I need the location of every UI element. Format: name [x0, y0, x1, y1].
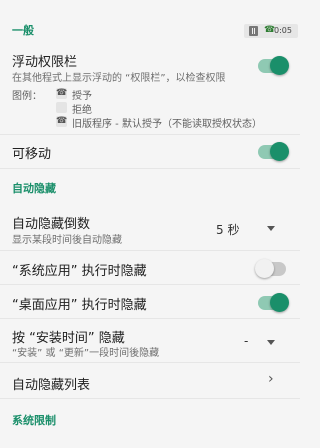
divider — [0, 250, 300, 251]
section-header-general: 一般 — [12, 24, 34, 37]
legend-item-granted: 授予 — [72, 91, 92, 102]
legend-item-legacy: 旧版程序 - 默认授予（不能读取授权状态） — [72, 119, 262, 130]
legend: 图例： 授予 拒绝 旧版程序 - 默认授予（不能读取授权状态） — [0, 84, 300, 130]
floating-bar-title: 浮动权限栏 — [12, 55, 78, 70]
chevron-right-icon[interactable]: › — [268, 371, 274, 387]
divider — [0, 134, 300, 135]
divider — [0, 318, 300, 319]
status-time: 0:05 — [274, 26, 292, 35]
section-header-auto-hide: 自动隐藏 — [12, 182, 56, 195]
auto-hide-countdown-title: 自动隐藏倒数 — [12, 217, 91, 232]
install-time-row[interactable]: 按 “安装时间” 隐藏 “安装” 或 “更新”一段时间後隐藏 - — [0, 322, 300, 359]
divider — [0, 362, 300, 363]
system-apps-row[interactable]: “系统应用” 执行时隐藏 — [0, 253, 300, 281]
movable-switch[interactable] — [258, 142, 289, 161]
status-pill: ☎ 0:05 — [244, 24, 298, 38]
floating-bar-row[interactable]: 浮动权限栏 在其他程式上显示浮动的 “权限栏”，以检查权限 — [0, 48, 300, 84]
divider — [0, 284, 300, 285]
auto-hide-countdown-subtitle: 显示某段时间後自动隐藏 — [12, 235, 122, 246]
phone-icon — [56, 88, 67, 99]
legend-item-denied: 拒绝 — [72, 105, 92, 116]
legend-label: 图例： — [12, 91, 42, 102]
dropdown-arrow-icon[interactable] — [267, 226, 275, 231]
system-apps-switch[interactable] — [255, 259, 286, 278]
movable-title: 可移动 — [12, 147, 52, 162]
square-icon — [249, 26, 258, 36]
system-apps-title: “系统应用” 执行时隐藏 — [12, 264, 147, 279]
auto-hide-countdown-value[interactable]: 5 秒 — [216, 221, 239, 238]
desktop-apps-switch[interactable] — [258, 293, 289, 312]
section-header-system-limits: 系统限制 — [12, 414, 56, 427]
auto-hide-list-row[interactable]: 自动隐藏列表 › — [0, 366, 300, 396]
floating-bar-subtitle: 在其他程式上显示浮动的 “权限栏”，以检查权限 — [12, 73, 226, 84]
desktop-apps-row[interactable]: “桌面应用” 执行时隐藏 — [0, 287, 300, 315]
movable-row[interactable]: 可移动 — [0, 137, 300, 165]
dropdown-arrow-icon[interactable] — [267, 340, 275, 345]
divider — [0, 398, 300, 399]
auto-hide-countdown-row[interactable]: 自动隐藏倒数 显示某段时间後自动隐藏 5 秒 — [0, 208, 300, 246]
desktop-apps-title: “桌面应用” 执行时隐藏 — [12, 298, 147, 313]
phone-icon — [56, 116, 67, 127]
install-time-subtitle: “安装” 或 “更新”一段时间後隐藏 — [12, 348, 160, 359]
blank-icon — [56, 102, 67, 113]
divider — [0, 168, 300, 169]
auto-hide-list-title: 自动隐藏列表 — [12, 378, 91, 393]
install-time-value[interactable]: - — [244, 334, 248, 348]
floating-bar-switch[interactable] — [258, 56, 289, 75]
